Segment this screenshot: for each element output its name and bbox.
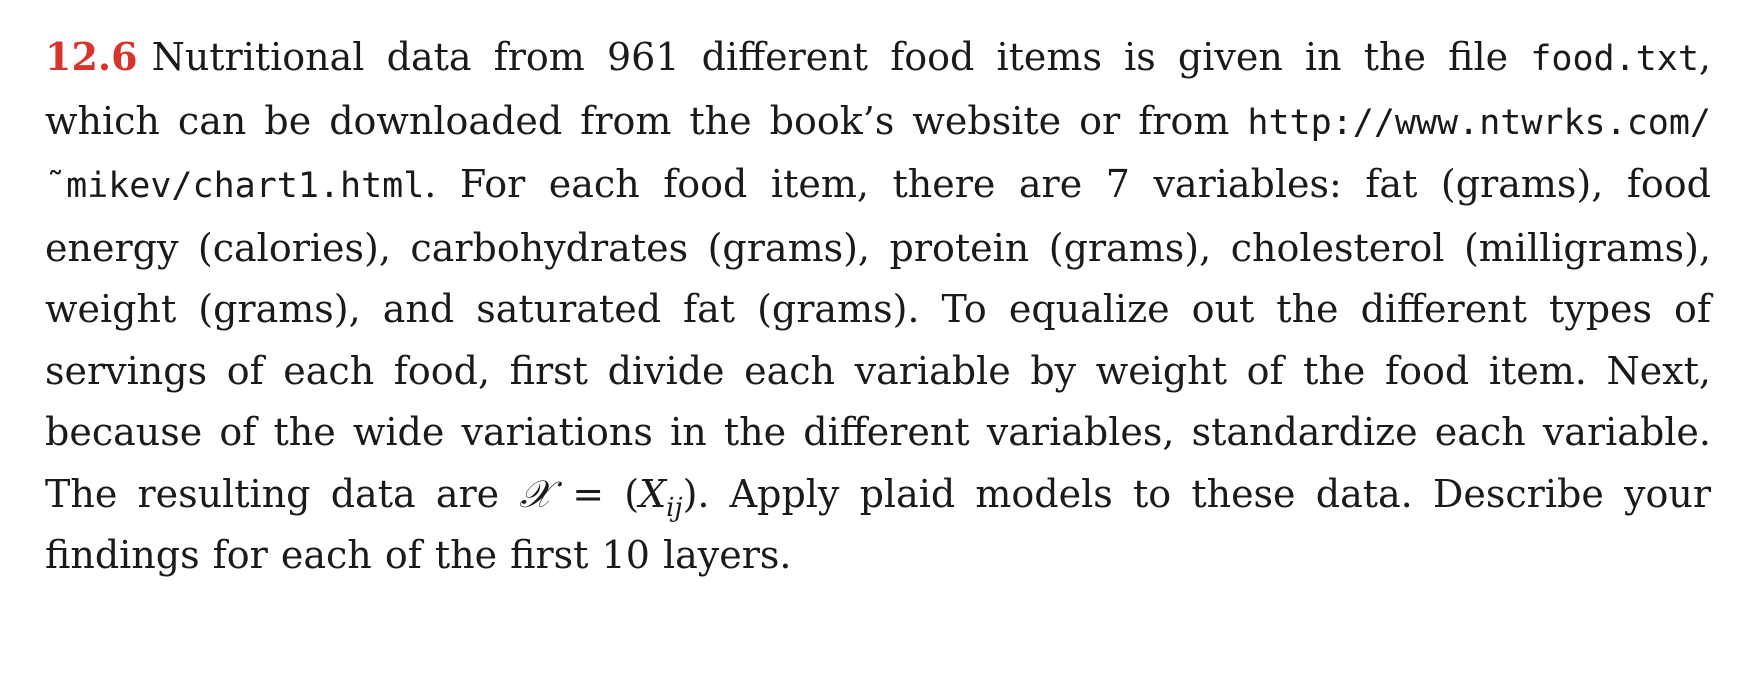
exercise-text-variables: . For each food item, there are 7 variab…: [45, 162, 1711, 516]
exercise-text-intro: Nutritional data from 961 different food…: [151, 35, 1509, 79]
math-script-x: 𝒳: [519, 471, 553, 516]
math-subscript: ij: [666, 492, 683, 523]
math-var-x: X: [639, 471, 667, 516]
exercise-12-6: 12.6 Nutritional data from 961 different …: [45, 26, 1711, 587]
exercise-number: 12.6: [45, 34, 138, 79]
math-equals: = (: [552, 471, 640, 516]
math-expression: 𝒳 = (Xij): [519, 471, 698, 521]
filename-code: food.txt: [1530, 39, 1699, 79]
math-close-paren: ): [682, 471, 698, 516]
